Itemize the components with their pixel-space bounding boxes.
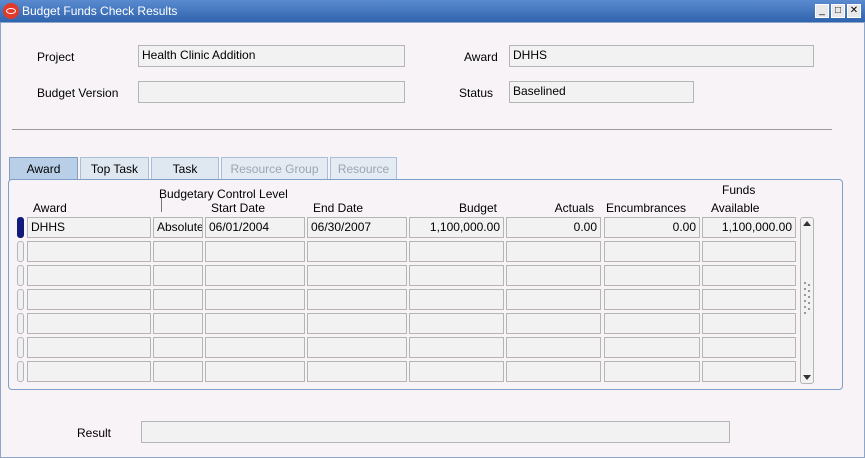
cell-start-date[interactable]: [205, 241, 305, 262]
cell-start-date[interactable]: [205, 361, 305, 382]
cell-actuals[interactable]: [506, 289, 601, 310]
row-selector[interactable]: [17, 361, 24, 382]
row-selector[interactable]: [17, 313, 24, 334]
cell-award[interactable]: [27, 337, 151, 358]
cell-start-date[interactable]: 06/01/2004: [205, 217, 305, 238]
project-field[interactable]: Health Clinic Addition: [138, 45, 405, 67]
budget-version-field[interactable]: [138, 81, 405, 103]
cell-budget[interactable]: [409, 265, 504, 286]
cell-budget[interactable]: [409, 289, 504, 310]
cell-available[interactable]: [702, 265, 796, 286]
cell-available[interactable]: 1,100,000.00: [702, 217, 796, 238]
cell-control-level[interactable]: [153, 337, 203, 358]
row-selector[interactable]: [17, 337, 24, 358]
cell-control-level[interactable]: [153, 361, 203, 382]
cell-encumbrances[interactable]: [604, 265, 700, 286]
col-encumbrances: Encumbrances: [606, 201, 687, 215]
budget-version-label: Budget Version: [37, 86, 119, 100]
cell-actuals[interactable]: 0.00: [506, 217, 601, 238]
row-selector[interactable]: [17, 289, 24, 310]
cell-available[interactable]: [702, 337, 796, 358]
award-label: Award: [464, 50, 498, 64]
maximize-icon[interactable]: □: [831, 4, 845, 18]
oracle-logo-icon: [3, 3, 19, 19]
cell-award[interactable]: [27, 361, 151, 382]
cell-end-date[interactable]: [307, 289, 407, 310]
cell-award[interactable]: DHHS: [27, 217, 151, 238]
cell-control-level[interactable]: [153, 313, 203, 334]
cell-encumbrances[interactable]: [604, 241, 700, 262]
separator: [12, 129, 832, 130]
budgetary-control-level-header: Budgetary Control Level: [159, 187, 288, 201]
result-field[interactable]: [141, 421, 730, 443]
cell-available[interactable]: [702, 241, 796, 262]
cell-budget[interactable]: [409, 313, 504, 334]
cell-actuals[interactable]: [506, 265, 601, 286]
group-header-bracket: [161, 198, 162, 212]
minimize-icon[interactable]: _: [815, 4, 829, 18]
result-label: Result: [77, 426, 112, 440]
cell-start-date[interactable]: [205, 265, 305, 286]
cell-control-level[interactable]: [153, 289, 203, 310]
cell-budget[interactable]: [409, 361, 504, 382]
cell-end-date[interactable]: 06/30/2007: [307, 217, 407, 238]
row-selector-current[interactable]: [17, 217, 24, 238]
tab-task[interactable]: Task: [151, 157, 219, 180]
row-selector[interactable]: [17, 265, 24, 286]
cell-award[interactable]: [27, 313, 151, 334]
tab-resource-group: Resource Group: [221, 157, 328, 180]
award-field[interactable]: DHHS: [509, 45, 814, 67]
cell-encumbrances[interactable]: [604, 313, 700, 334]
cell-available[interactable]: [702, 313, 796, 334]
cell-start-date[interactable]: [205, 337, 305, 358]
cell-encumbrances[interactable]: [604, 289, 700, 310]
cell-available[interactable]: [702, 361, 796, 382]
col-award: Award: [33, 201, 67, 215]
cell-end-date[interactable]: [307, 337, 407, 358]
col-actuals: Actuals: [554, 201, 594, 215]
funds-header: Funds: [722, 183, 756, 197]
cell-award[interactable]: [27, 289, 151, 310]
cell-control-level[interactable]: [153, 241, 203, 262]
cell-start-date[interactable]: [205, 289, 305, 310]
cell-actuals[interactable]: [506, 337, 601, 358]
scroll-up-icon[interactable]: [801, 218, 813, 230]
row-selector[interactable]: [17, 241, 24, 262]
tab-resource: Resource: [330, 157, 397, 180]
cell-actuals[interactable]: [506, 313, 601, 334]
status-label: Status: [459, 86, 494, 100]
cell-end-date[interactable]: [307, 241, 407, 262]
tab-award[interactable]: Award: [9, 157, 78, 180]
col-end-date: End Date: [313, 201, 364, 215]
scroll-down-icon[interactable]: [801, 371, 813, 383]
cell-end-date[interactable]: [307, 313, 407, 334]
vertical-scrollbar[interactable]: [800, 217, 814, 384]
col-budget: Budget: [458, 201, 497, 215]
cell-actuals[interactable]: [506, 241, 601, 262]
tab-top-task[interactable]: Top Task: [80, 157, 149, 180]
cell-encumbrances[interactable]: 0.00: [604, 217, 700, 238]
cell-available[interactable]: [702, 289, 796, 310]
cell-control-level[interactable]: Absolute: [153, 217, 203, 238]
window-title: Budget Funds Check Results: [22, 4, 178, 18]
cell-end-date[interactable]: [307, 361, 407, 382]
cell-control-level[interactable]: [153, 265, 203, 286]
cell-start-date[interactable]: [205, 313, 305, 334]
col-available: Available: [711, 201, 760, 215]
cell-end-date[interactable]: [307, 265, 407, 286]
status-field[interactable]: Baselined: [509, 81, 694, 103]
close-icon[interactable]: ✕: [847, 4, 861, 18]
project-label: Project: [37, 50, 75, 64]
cell-budget[interactable]: [409, 241, 504, 262]
cell-encumbrances[interactable]: [604, 361, 700, 382]
cell-award[interactable]: [27, 241, 151, 262]
cell-budget[interactable]: 1,100,000.00: [409, 217, 504, 238]
cell-budget[interactable]: [409, 337, 504, 358]
cell-award[interactable]: [27, 265, 151, 286]
cell-encumbrances[interactable]: [604, 337, 700, 358]
cell-actuals[interactable]: [506, 361, 601, 382]
col-start-date: Start Date: [211, 201, 266, 215]
